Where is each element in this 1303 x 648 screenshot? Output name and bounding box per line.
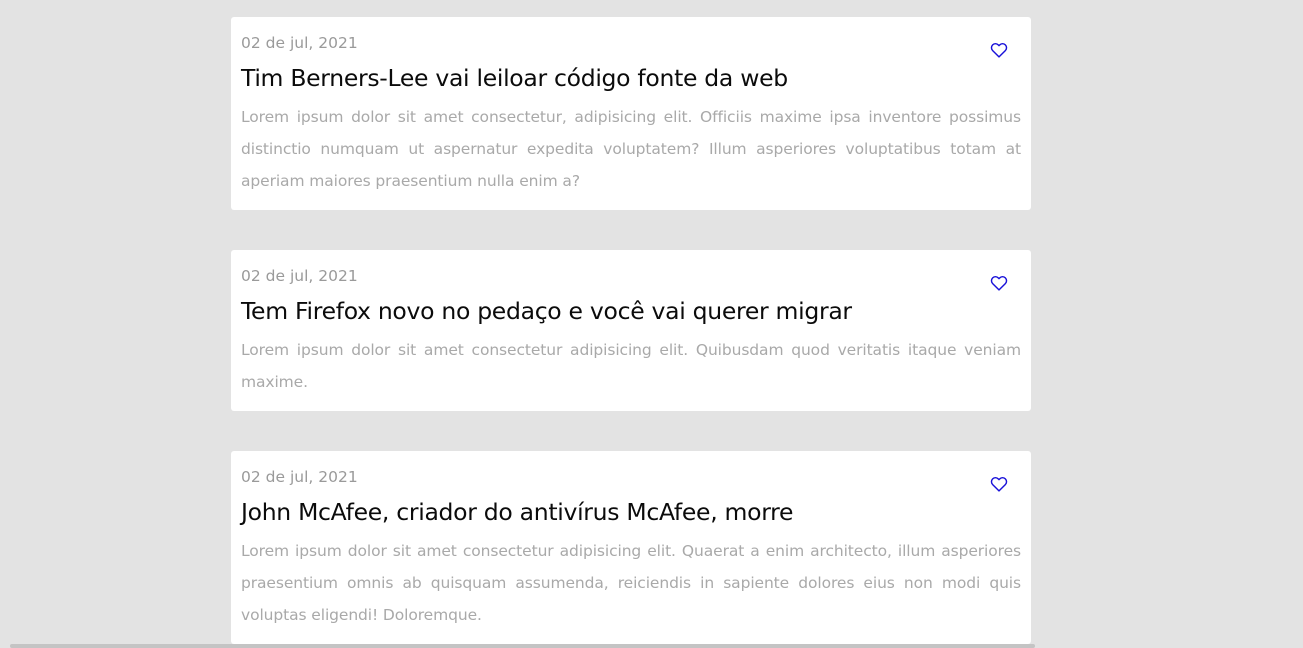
post-excerpt: Lorem ipsum dolor sit amet consectetur a…: [241, 542, 1021, 624]
post-excerpt: Lorem ipsum dolor sit amet consectetur a…: [241, 341, 1021, 391]
heart-outline-icon: [990, 476, 1008, 492]
favorite-button[interactable]: [989, 273, 1009, 293]
favorite-button[interactable]: [989, 474, 1009, 494]
post-date: 02 de jul, 2021: [241, 267, 358, 285]
post-title[interactable]: John McAfee, criador do antivírus McAfee…: [241, 497, 1021, 527]
heart-outline-icon: [990, 42, 1008, 58]
heart-outline-icon: [990, 275, 1008, 291]
post-date: 02 de jul, 2021: [241, 34, 358, 52]
post-title[interactable]: Tem Firefox novo no pedaço e você vai qu…: [241, 296, 1021, 326]
post-title[interactable]: Tim Berners-Lee vai leiloar código fonte…: [241, 63, 1021, 93]
post-card[interactable]: 02 de jul, 2021 Tem Firefox novo no peda…: [231, 250, 1031, 411]
post-date: 02 de jul, 2021: [241, 468, 358, 486]
post-excerpt: Lorem ipsum dolor sit amet consectetur, …: [241, 108, 1021, 190]
post-card[interactable]: 02 de jul, 2021 John McAfee, criador do …: [231, 451, 1031, 644]
favorite-button[interactable]: [989, 40, 1009, 60]
horizontal-scrollbar[interactable]: [10, 644, 1035, 648]
post-card[interactable]: 02 de jul, 2021 Tim Berners-Lee vai leil…: [231, 17, 1031, 210]
